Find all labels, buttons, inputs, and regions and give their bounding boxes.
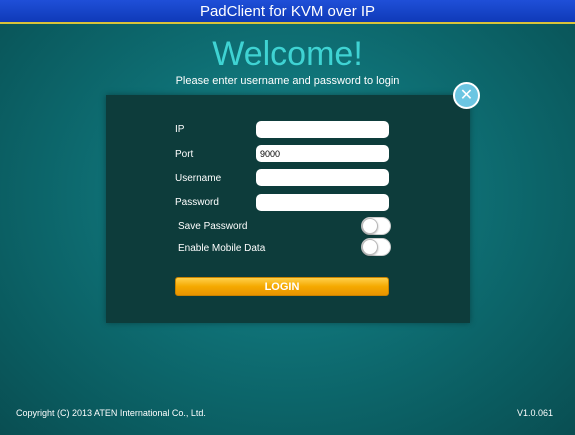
enable-mobile-data-toggle[interactable]	[361, 238, 391, 256]
port-label: Port	[175, 149, 194, 160]
toggle-knob	[362, 239, 378, 255]
password-input[interactable]	[256, 194, 389, 211]
ip-input[interactable]	[256, 121, 389, 138]
username-input[interactable]	[256, 169, 389, 186]
password-label: Password	[175, 197, 219, 208]
port-input[interactable]	[256, 145, 389, 162]
window-title: PadClient for KVM over IP	[199, 3, 376, 20]
window-title-bar: PadClient for KVM over IP	[0, 0, 575, 24]
username-label: Username	[175, 173, 222, 184]
toggle-knob	[362, 218, 378, 234]
save-password-toggle[interactable]	[361, 217, 391, 235]
close-icon: ✕	[459, 85, 474, 104]
enable-mobile-data-label: Enable Mobile Data	[178, 243, 266, 254]
close-button[interactable]: ✕	[453, 82, 480, 109]
welcome-heading: Welcome!	[212, 35, 363, 73]
save-password-label: Save Password	[178, 221, 248, 232]
ip-label: IP	[175, 124, 185, 135]
login-button[interactable]: LOGIN	[175, 277, 389, 296]
version-text: V1.0.061	[517, 408, 554, 418]
copyright-text: Copyright (C) 2013 ATEN International Co…	[16, 408, 206, 418]
login-instructions: Please enter username and password to lo…	[175, 75, 400, 87]
